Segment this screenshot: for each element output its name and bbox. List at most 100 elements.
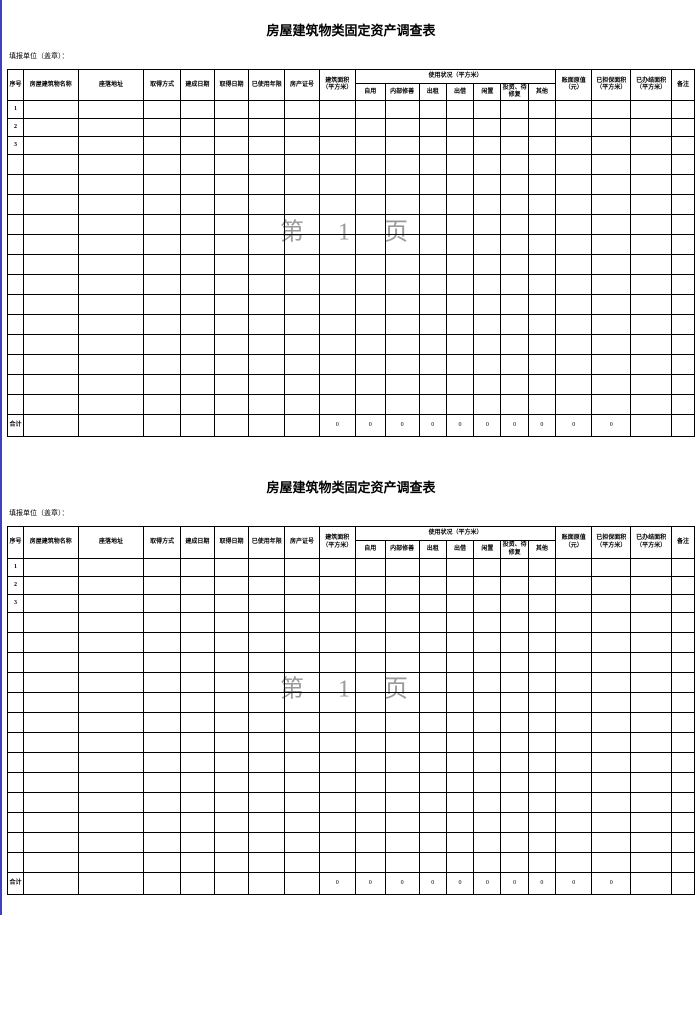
data-cell [78,732,144,752]
data-cell [285,712,319,732]
th-rent: 内部修善 [385,84,419,101]
table-row [8,195,695,215]
data-cell [474,612,501,632]
data-cell [249,712,285,732]
data-cell [501,255,528,275]
page-2: 房屋建筑物类固定资产调查表 填报单位（盖章）： 第 1 页 序号 房屋建筑物名称… [0,457,700,914]
data-cell [631,812,672,832]
data-cell [319,275,355,295]
table-row [8,772,695,792]
th-remark: 备注 [672,70,695,101]
data-cell [474,772,501,792]
data-cell [631,692,672,712]
data-cell [528,155,555,175]
data-cell [180,255,214,275]
data-cell [672,235,695,255]
data-cell [556,335,592,355]
data-cell [631,772,672,792]
data-cell [556,255,592,275]
data-cell [23,672,78,692]
data-cell [385,101,419,119]
data-cell [180,415,214,437]
data-cell [285,632,319,652]
data-cell [631,395,672,415]
data-cell [672,872,695,894]
data-cell [474,335,501,355]
th-self: 自用 [355,541,385,558]
data-cell [144,215,180,235]
data-cell [144,612,180,632]
data-cell [249,612,285,632]
data-cell [592,672,631,692]
data-cell [419,195,446,215]
data-cell [144,752,180,772]
seq-cell: 3 [8,594,24,612]
data-cell [319,255,355,275]
data-cell [501,119,528,137]
data-cell [672,752,695,772]
asset-table: 序号 房屋建筑物名称 座落地址 取得方式 建成日期 取得日期 已使用年限 房产证… [7,526,695,894]
data-cell [355,832,385,852]
data-cell [214,872,248,894]
total-cell: 0 [446,872,473,894]
data-cell [214,101,248,119]
data-cell [631,275,672,295]
total-cell: 0 [319,415,355,437]
data-cell [214,415,248,437]
data-cell [385,375,419,395]
data-cell [385,355,419,375]
data-cell [319,375,355,395]
table-row: 2 [8,576,695,594]
data-cell [78,558,144,576]
data-cell [285,792,319,812]
data-cell [631,137,672,155]
data-cell [528,395,555,415]
data-cell [319,215,355,235]
data-cell [474,852,501,872]
data-cell [592,652,631,672]
data-cell [23,275,78,295]
data-cell [355,576,385,594]
th-inv: 投资、待修复 [501,84,528,101]
data-cell [144,792,180,812]
data-cell [556,235,592,255]
data-cell [285,558,319,576]
data-cell [8,632,24,652]
data-cell [78,215,144,235]
data-cell [419,594,446,612]
data-cell [556,175,592,195]
data-cell [285,832,319,852]
data-cell [285,772,319,792]
data-cell [385,612,419,632]
data-cell [249,119,285,137]
data-cell [319,632,355,652]
data-cell [180,101,214,119]
data-cell [249,415,285,437]
data-cell [214,732,248,752]
th-warrant: 已担保面积（平方米） [592,527,631,558]
data-cell [180,832,214,852]
th-cert: 房产证号 [285,527,319,558]
data-cell [528,672,555,692]
data-cell [474,812,501,832]
data-cell [528,275,555,295]
data-cell [528,137,555,155]
data-cell [249,576,285,594]
data-cell [214,612,248,632]
data-cell [501,155,528,175]
data-cell [419,832,446,852]
data-cell [385,772,419,792]
data-cell [355,137,385,155]
data-cell [474,101,501,119]
data-cell [474,195,501,215]
th-usage-group: 使用状况（平方米） [355,527,555,541]
data-cell [592,812,631,832]
total-cell: 0 [355,415,385,437]
data-cell [446,375,473,395]
data-cell [556,852,592,872]
data-cell [419,692,446,712]
data-cell [419,175,446,195]
data-cell [385,119,419,137]
data-cell [556,594,592,612]
data-cell [249,832,285,852]
